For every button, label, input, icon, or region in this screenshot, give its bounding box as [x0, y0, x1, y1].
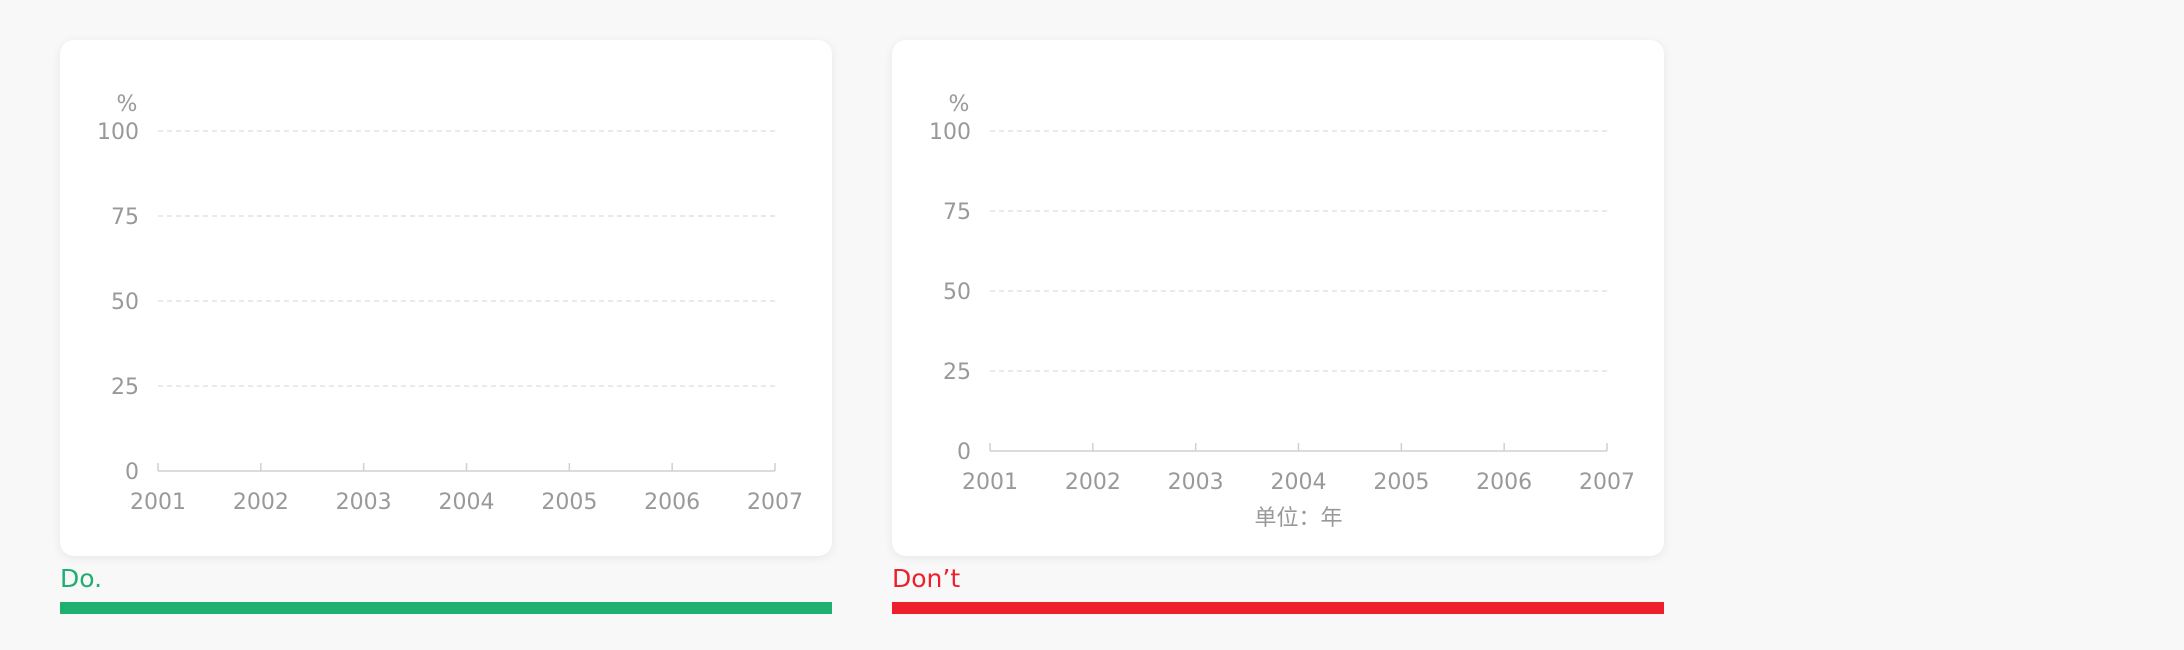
x-tick-label-dont: 2002 — [1065, 470, 1121, 495]
line-chart-dont: % 0 25 50 75 100 2001 2002 2003 2004 2005 2006 2007 单… — [929, 92, 1635, 531]
y-tick-label-do: 0 — [125, 460, 139, 485]
verdict-label-dont: Don’t — [892, 564, 961, 593]
y-axis-unit-do: % — [117, 92, 138, 117]
x-tick-label-do: 2001 — [130, 490, 186, 515]
x-tick-label-dont: 2003 — [1168, 470, 1224, 495]
y-tick-label-do: 50 — [111, 290, 139, 315]
y-tick-label-dont: 0 — [957, 440, 971, 465]
y-tick-label-do: 25 — [111, 375, 139, 400]
x-tick-label-dont: 2005 — [1373, 470, 1429, 495]
verdict-label-do: Do. — [60, 564, 103, 593]
x-tick-label-do: 2002 — [233, 490, 289, 515]
x-tick-label-dont: 2007 — [1579, 470, 1635, 495]
y-axis-unit-dont: % — [949, 92, 970, 117]
y-tick-label-dont: 75 — [943, 200, 971, 225]
x-tick-label-dont: 2001 — [962, 470, 1018, 495]
dont-example: % 0 25 50 75 100 2001 2002 2003 2004 2005 2006 2007 单… — [892, 40, 1664, 614]
verdict-bar-dont — [892, 602, 1664, 614]
x-tick-label-do: 2006 — [644, 490, 700, 515]
line-chart-do: % 0 25 50 75 100 2001 2002 2003 2004 2005 2006 2007 — [97, 92, 803, 515]
y-tick-label-dont: 100 — [929, 120, 971, 145]
y-tick-label-dont: 25 — [943, 360, 971, 385]
verdict-bar-do — [60, 602, 832, 614]
y-tick-label-do: 100 — [97, 120, 139, 145]
x-tick-label-dont: 2006 — [1476, 470, 1532, 495]
chart-card-do: % 0 25 50 75 100 2001 2002 2003 2004 2005 2006 2007 — [60, 40, 832, 556]
chart-card-dont: % 0 25 50 75 100 2001 2002 2003 2004 2005 2006 2007 单… — [892, 40, 1664, 556]
x-tick-label-do: 2004 — [439, 490, 495, 515]
do-example: % 0 25 50 75 100 2001 2002 2003 2004 2005 2006 2007 … — [60, 40, 832, 614]
x-axis-unit-dont: 单位：年 — [1254, 506, 1342, 531]
x-tick-label-do: 2003 — [336, 490, 392, 515]
x-tick-label-do: 2007 — [747, 490, 803, 515]
y-tick-label-do: 75 — [111, 205, 139, 230]
x-tick-label-do: 2005 — [541, 490, 597, 515]
y-tick-label-dont: 50 — [943, 280, 971, 305]
x-tick-label-dont: 2004 — [1271, 470, 1327, 495]
